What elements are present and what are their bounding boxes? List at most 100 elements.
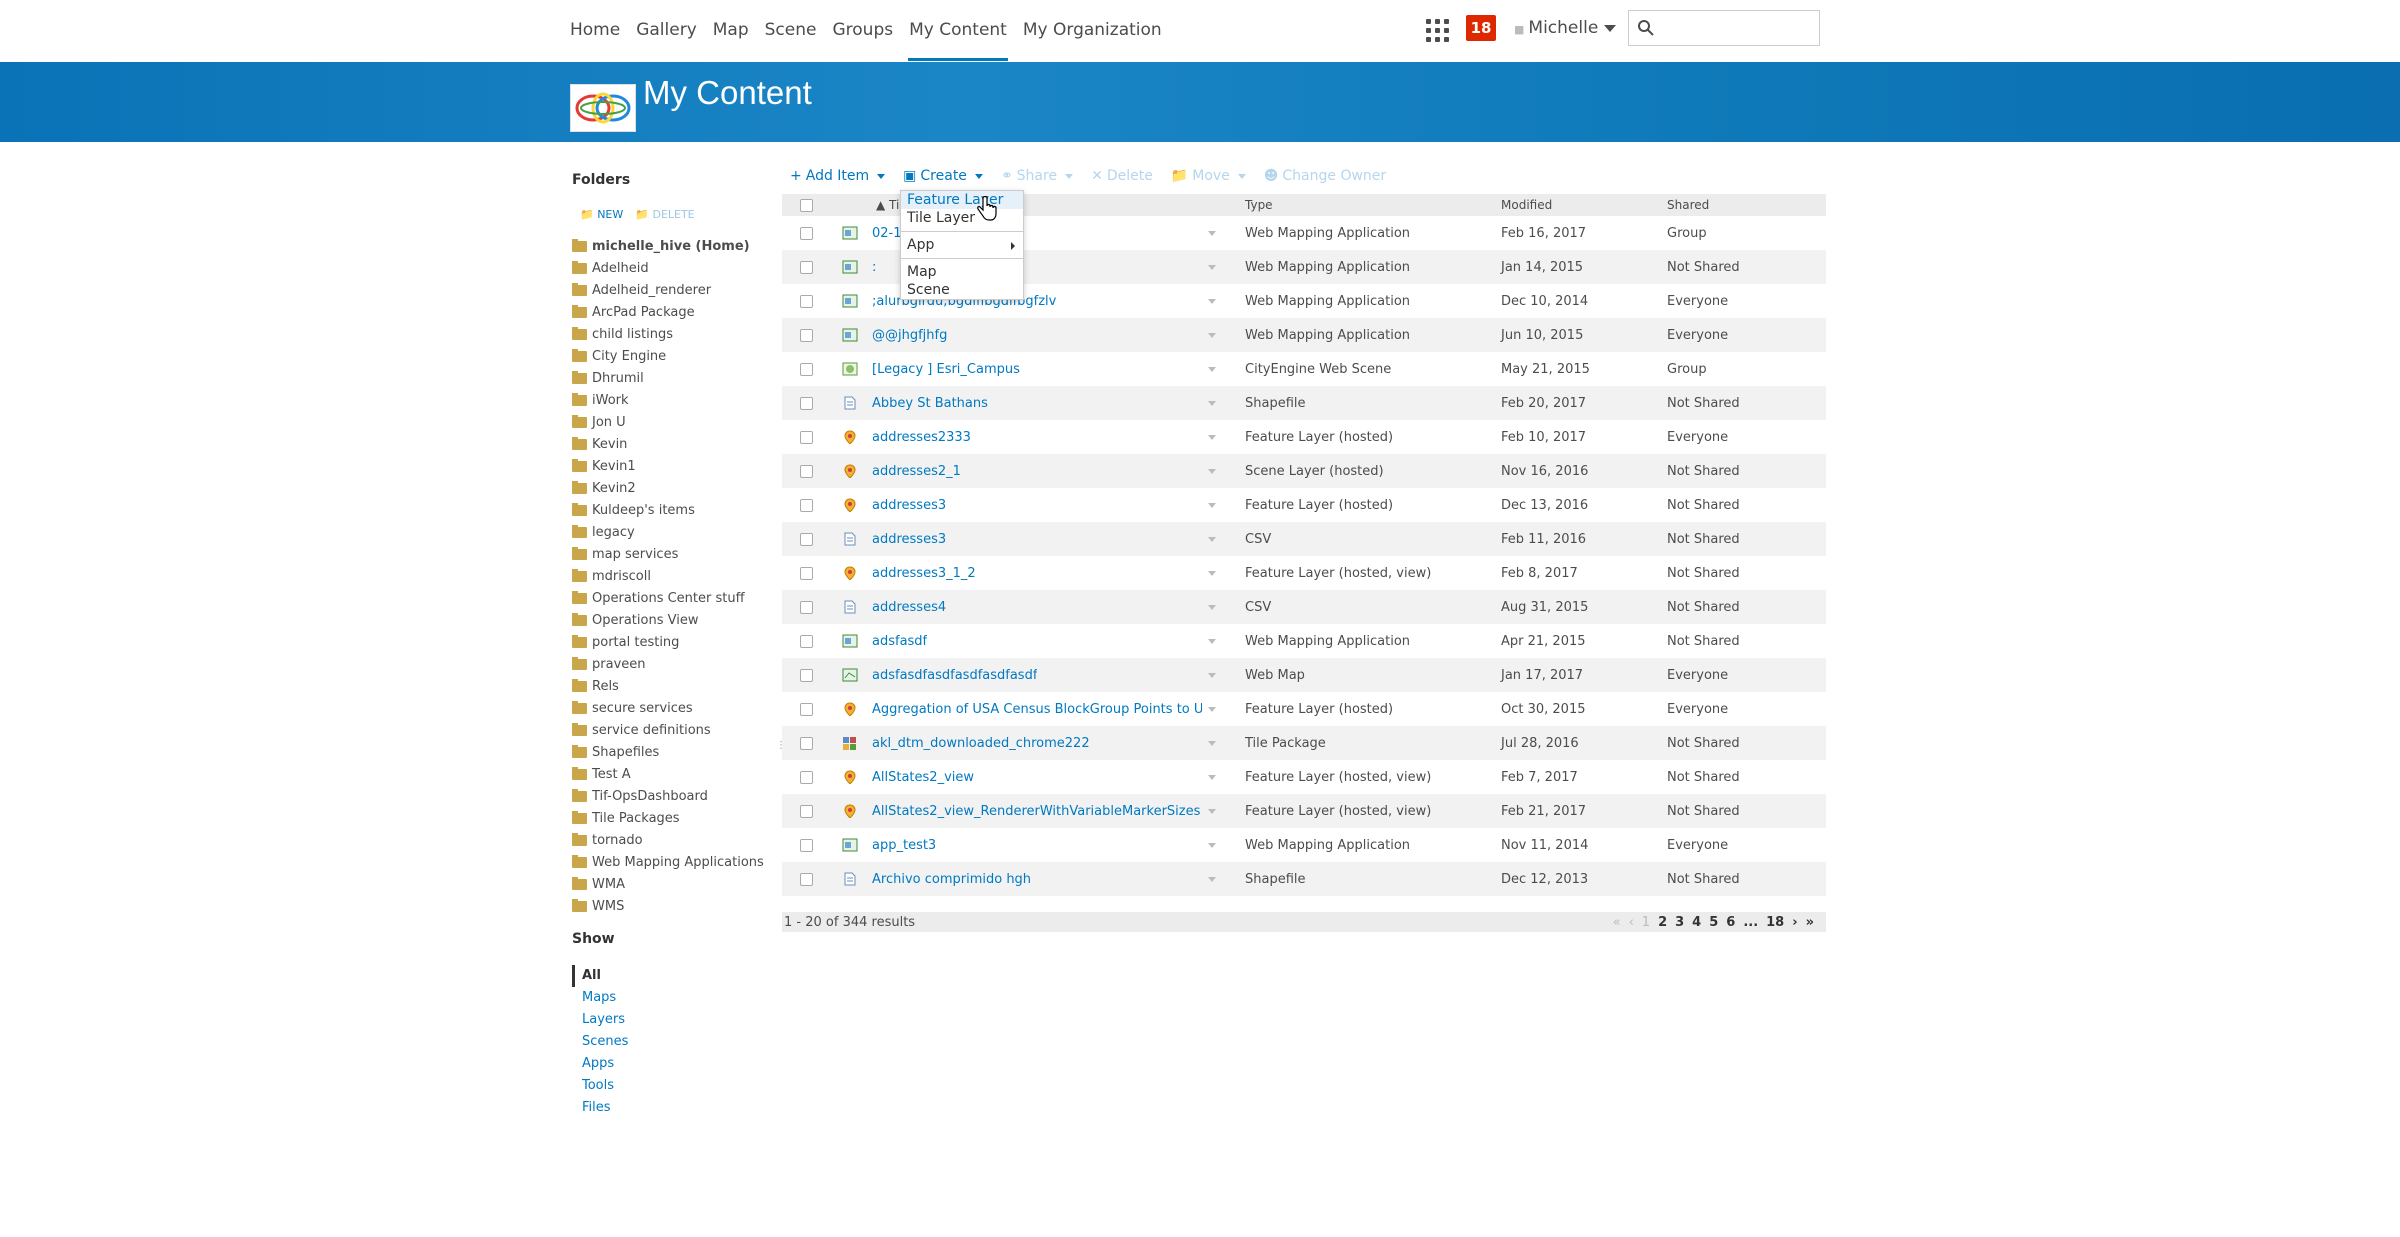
item-title-link[interactable]: akl_dtm_downloaded_chrome222 [872,736,1090,751]
row-menu-chevron-icon[interactable] [1208,298,1216,304]
folder-item[interactable]: Rels [572,675,772,697]
row-checkbox[interactable] [800,770,813,784]
page-link[interactable]: 1 [1642,915,1650,930]
row-menu-chevron-icon[interactable] [1208,774,1216,780]
nav-link-groups[interactable]: Groups [832,0,893,62]
first-page-icon[interactable]: « [1613,915,1621,930]
item-title-link[interactable]: [Legacy ] Esri_Campus [872,362,1020,377]
folder-item[interactable]: City Engine [572,345,772,367]
row-checkbox[interactable] [800,396,813,410]
folder-item[interactable]: Kuldeep's items [572,499,772,521]
nav-link-map[interactable]: Map [713,0,749,62]
column-header-modified[interactable]: Modified [1501,198,1552,212]
show-filter-tools[interactable]: Tools [572,1075,772,1097]
last-page-icon[interactable]: » [1806,915,1814,930]
item-title-link[interactable]: addresses4 [872,600,946,615]
row-menu-chevron-icon[interactable] [1208,672,1216,678]
share-button[interactable]: ⚭ Share [1001,168,1074,184]
row-menu-chevron-icon[interactable] [1208,264,1216,270]
folder-item[interactable]: map services [572,543,772,565]
item-title-link[interactable]: addresses3 [872,532,946,547]
folder-item[interactable]: service definitions [572,719,772,741]
create-menu-item-feature-layer[interactable]: Feature Layer [901,191,1023,209]
row-checkbox[interactable] [800,600,813,614]
item-title-link[interactable]: addresses2_1 [872,464,961,479]
row-menu-chevron-icon[interactable] [1208,842,1216,848]
add-item-button[interactable]: + Add Item [790,168,886,184]
column-header-shared[interactable]: Shared [1667,198,1709,212]
item-title-link[interactable]: addresses2333 [872,430,971,445]
nav-link-scene[interactable]: Scene [765,0,817,62]
show-filter-maps[interactable]: Maps [572,987,772,1009]
row-checkbox[interactable] [800,362,813,376]
folder-item[interactable]: Tile Packages [572,807,772,829]
nav-link-my-organization[interactable]: My Organization [1023,0,1162,62]
page-link[interactable]: 4 [1692,915,1701,930]
row-checkbox[interactable] [800,294,813,308]
folder-item[interactable]: Adelheid [572,257,772,279]
row-checkbox[interactable] [800,566,813,580]
row-menu-chevron-icon[interactable] [1208,604,1216,610]
select-all-checkbox[interactable] [800,198,813,212]
create-menu-item-app[interactable]: App [901,236,1023,254]
move-button[interactable]: 📁 Move [1171,168,1246,184]
prev-page-icon[interactable]: ‹ [1629,915,1634,930]
row-checkbox[interactable] [800,872,813,886]
user-menu[interactable]: ■ Michelle [1514,18,1617,38]
folder-item[interactable]: ArcPad Package [572,301,772,323]
folder-item[interactable]: secure services [572,697,772,719]
item-title-link[interactable]: Aggregation of USA Census BlockGroup Poi… [872,702,1202,717]
folder-item[interactable]: michelle_hive (Home) [572,235,772,257]
page-link[interactable]: 3 [1675,915,1684,930]
page-link[interactable]: 5 [1709,915,1718,930]
column-header-title[interactable]: ▲ Ti [876,198,899,212]
row-checkbox[interactable] [800,328,813,342]
create-button[interactable]: ▣ Create [903,168,983,184]
row-menu-chevron-icon[interactable] [1208,400,1216,406]
change-owner-button[interactable]: ☻ Change Owner [1264,168,1386,184]
delete-button[interactable]: ✕ Delete [1091,168,1153,184]
folder-item[interactable]: Dhrumil [572,367,772,389]
folder-item[interactable]: Web Mapping Applications [572,851,772,873]
folder-item[interactable]: Kevin1 [572,455,772,477]
item-title-link[interactable]: AllStates2_view [872,770,974,785]
next-page-icon[interactable]: › [1792,915,1797,930]
create-menu-item-tile-layer[interactable]: Tile Layer [901,209,1023,227]
folder-item[interactable]: Test A [572,763,772,785]
row-menu-chevron-icon[interactable] [1208,502,1216,508]
search-input[interactable] [1628,10,1820,46]
create-menu-item-map[interactable]: Map [901,263,1023,281]
folder-item[interactable]: WMS [572,895,772,917]
row-checkbox[interactable] [800,838,813,852]
new-folder-button[interactable]: 📁 NEW [580,208,623,221]
row-menu-chevron-icon[interactable] [1208,740,1216,746]
row-checkbox[interactable] [800,430,813,444]
item-title-link[interactable]: app_test3 [872,838,936,853]
folder-item[interactable]: Kevin2 [572,477,772,499]
delete-folder-button[interactable]: 📁 DELETE [635,208,694,221]
folder-item[interactable]: Operations View [572,609,772,631]
show-filter-apps[interactable]: Apps [572,1053,772,1075]
row-menu-chevron-icon[interactable] [1208,570,1216,576]
folder-item[interactable]: Kevin [572,433,772,455]
item-title-link[interactable]: Abbey St Bathans [872,396,988,411]
folder-item[interactable]: tornado [572,829,772,851]
item-title-link[interactable]: addresses3_1_2 [872,566,976,581]
row-checkbox[interactable] [800,702,813,716]
nav-link-gallery[interactable]: Gallery [636,0,697,62]
row-checkbox[interactable] [800,464,813,478]
folder-item[interactable]: praveen [572,653,772,675]
folder-item[interactable]: WMA [572,873,772,895]
row-menu-chevron-icon[interactable] [1208,808,1216,814]
item-title-link[interactable]: Archivo comprimido hgh [872,872,1031,887]
nav-link-home[interactable]: Home [570,0,620,62]
row-checkbox[interactable] [800,532,813,546]
item-title-link[interactable]: 02-1 [872,226,902,241]
apps-grid-icon[interactable] [1426,19,1450,43]
row-menu-chevron-icon[interactable] [1208,536,1216,542]
folder-item[interactable]: iWork [572,389,772,411]
show-filter-all[interactable]: All [572,965,772,987]
page-link[interactable]: 6 [1726,915,1735,930]
row-checkbox[interactable] [800,226,813,240]
create-menu-item-scene[interactable]: Scene [901,281,1023,299]
